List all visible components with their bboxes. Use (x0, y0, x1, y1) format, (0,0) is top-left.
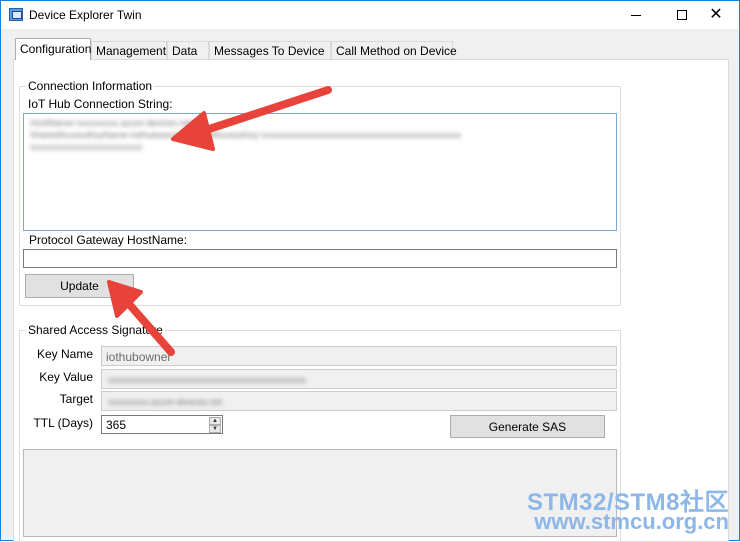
generate-sas-button[interactable]: Generate SAS (450, 415, 605, 438)
connection-string-label: IoT Hub Connection String: (28, 97, 173, 111)
tab-management[interactable]: Management (91, 41, 167, 60)
gateway-hostname-label: Protocol Gateway HostName: (29, 233, 188, 247)
minimize-icon (631, 14, 641, 16)
ttl-value: 365 (106, 418, 127, 432)
connection-string-textarea[interactable]: HostName=xxxxxxxxx.azure-devices.net; Sh… (23, 113, 617, 231)
application-window: Device Explorer Twin ✕ Configuration Man… (0, 0, 740, 542)
connection-string-line-3: xxxxxxxxxxxxxxxxxxxxxxxxx (30, 142, 143, 152)
shared-access-signature-legend: Shared Access Signature (26, 323, 165, 337)
ttl-spinner[interactable]: ▲ ▼ (209, 417, 221, 433)
ttl-label: TTL (Days) (33, 416, 93, 430)
close-icon: ✕ (709, 6, 723, 23)
title-bar[interactable]: Device Explorer Twin ✕ (1, 1, 739, 29)
key-value-label: Key Value (39, 370, 93, 384)
watermark-line-2: www.stmcu.org.cn (534, 509, 729, 534)
connection-string-line-2: SharedAccessKeyName=iothubowner;SharedAc… (30, 130, 462, 140)
target-value: xxxxxxxxx.azure-devices.net (108, 397, 223, 407)
update-button[interactable]: Update (25, 274, 134, 298)
tab-configuration[interactable]: Configuration (15, 38, 91, 60)
gateway-hostname-input[interactable] (23, 249, 617, 268)
connection-information-legend: Connection Information (26, 79, 155, 93)
target-field[interactable]: xxxxxxxxx.azure-devices.net (101, 391, 617, 411)
key-value-value: xxxxxxxxxxxxxxxxxxxxxxxxxxxxxxxxxxxxxxxx… (108, 375, 306, 385)
spin-up-icon[interactable]: ▲ (209, 417, 221, 425)
app-window-icon (9, 8, 23, 21)
close-button[interactable]: ✕ (693, 1, 739, 29)
target-label: Target (59, 392, 93, 406)
window-title: Device Explorer Twin (29, 8, 142, 22)
connection-string-line-1: HostName=xxxxxxxxx.azure-devices.net; (30, 118, 195, 128)
key-name-field[interactable]: iothubowner (101, 346, 617, 366)
ttl-stepper[interactable]: 365 ▲ ▼ (101, 415, 223, 434)
key-value-field[interactable]: xxxxxxxxxxxxxxxxxxxxxxxxxxxxxxxxxxxxxxxx… (101, 369, 617, 389)
key-name-value: iothubowner (106, 350, 172, 364)
minimize-button[interactable] (613, 1, 659, 29)
spin-down-icon[interactable]: ▼ (209, 425, 221, 433)
tab-data[interactable]: Data (167, 41, 209, 60)
tab-call-method-on-device[interactable]: Call Method on Device (331, 41, 457, 60)
maximize-icon (677, 10, 687, 20)
tab-messages-to-device[interactable]: Messages To Device (209, 41, 331, 60)
key-name-label: Key Name (36, 347, 93, 361)
